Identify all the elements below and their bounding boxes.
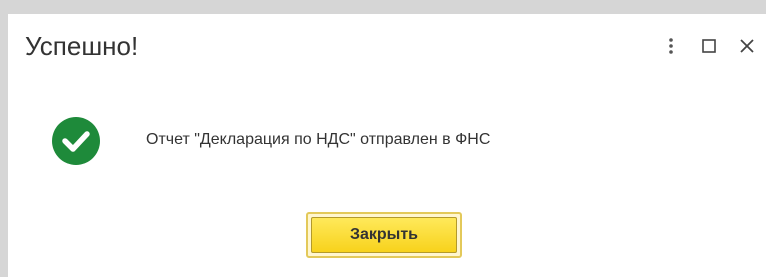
check-circle-icon — [52, 117, 100, 165]
status-message: Отчет "Декларация по НДС" отправлен в ФН… — [146, 131, 491, 148]
maximize-icon — [702, 39, 716, 53]
maximize-button[interactable] — [690, 34, 728, 58]
close-icon — [740, 39, 754, 53]
window-frame: Успешно! Отчет "Декларация по НДС" отпра… — [0, 0, 766, 277]
frame-left-border — [0, 0, 8, 277]
frame-top-border — [0, 0, 766, 14]
dialog-title: Успешно! — [25, 31, 139, 61]
close-window-button[interactable] — [728, 34, 766, 58]
more-button[interactable] — [652, 34, 690, 58]
close-button-label: Закрыть — [311, 217, 457, 253]
title-toolbar — [652, 34, 766, 58]
more-vertical-icon — [669, 38, 673, 54]
close-button[interactable]: Закрыть — [306, 212, 462, 258]
success-dialog: Успешно! Отчет "Декларация по НДС" отпра… — [8, 14, 766, 277]
